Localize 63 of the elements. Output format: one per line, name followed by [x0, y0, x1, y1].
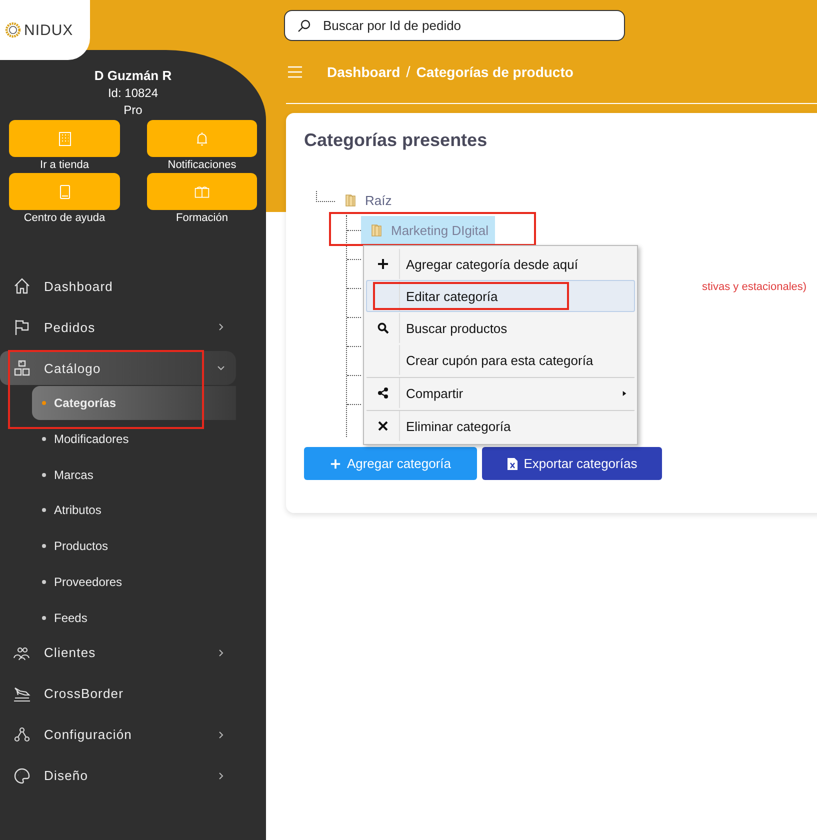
nav-subitem[interactable]: Feeds: [32, 600, 236, 636]
nav-subitem[interactable]: Atributos: [32, 492, 236, 528]
nav-item[interactable]: Pedidos: [0, 310, 236, 344]
nav-item[interactable]: Clientes: [0, 636, 236, 670]
category-note: stivas y estacionales): [702, 281, 807, 293]
nav-subitem[interactable]: Modificadores: [32, 421, 236, 457]
export-categories-button[interactable]: Exportar categorías: [482, 447, 662, 480]
search-input[interactable]: Buscar por Id de pedido: [321, 17, 624, 34]
house-icon: [13, 277, 31, 295]
quick-action-label: Formación: [176, 212, 228, 224]
plane-icon: [13, 684, 31, 703]
palette-icon: [13, 766, 31, 785]
nav-subitem[interactable]: Marcas: [32, 456, 236, 493]
nav-subitem[interactable]: Proveedores: [32, 564, 236, 600]
plus-icon: [377, 258, 389, 270]
menu-item[interactable]: Eliminar categoría: [366, 410, 635, 442]
store-icon: [56, 130, 72, 146]
nav-item[interactable]: Configuración: [0, 718, 236, 752]
excel-file-icon: [506, 458, 518, 470]
quick-action-label: Notificaciones: [168, 159, 236, 171]
menu-item[interactable]: Compartir: [366, 377, 635, 409]
user-name: D Guzmán R: [94, 68, 172, 83]
chevron-icon: [216, 770, 226, 781]
menu-item[interactable]: Editar categoría: [366, 280, 635, 312]
chevron-icon: [216, 363, 226, 373]
plus-icon: [330, 458, 341, 470]
tree-node[interactable]: Raíz: [365, 192, 392, 208]
quick-action-button[interactable]: [147, 173, 257, 210]
breadcrumb-separator: /: [406, 64, 410, 80]
close-icon: [377, 420, 389, 432]
nav-subitem[interactable]: Categorías: [32, 386, 236, 420]
nav-item[interactable]: Dashboard: [0, 269, 236, 303]
menu-item[interactable]: Buscar productos: [366, 312, 635, 344]
share-icon: [377, 387, 389, 399]
search-icon: [377, 322, 389, 334]
search-field[interactable]: Buscar por Id de pedido: [284, 10, 625, 41]
user-id: Id: 10824: [108, 86, 158, 100]
card-title: Categorías presentes: [304, 130, 488, 151]
menu-item[interactable]: Crear cupón para esta categoría: [366, 344, 635, 376]
quick-action-button[interactable]: [9, 120, 120, 157]
chevron-icon: [216, 730, 226, 740]
quick-action-label: Ir a tienda: [40, 159, 89, 171]
nav-item[interactable]: Catálogo: [0, 351, 236, 385]
chevron-icon: [216, 648, 226, 658]
quick-action-button[interactable]: [9, 173, 120, 210]
nav-item[interactable]: Diseño: [0, 758, 236, 793]
open-book-icon: [194, 184, 210, 200]
nav-item[interactable]: CrossBorder: [0, 676, 236, 711]
quick-action-button[interactable]: [147, 120, 257, 157]
menu-item[interactable]: Agregar categoría desde aquí: [366, 248, 635, 280]
nav-subitem[interactable]: Productos: [32, 528, 236, 564]
flag-icon: [13, 318, 31, 336]
search-icon: [297, 18, 311, 32]
user-plan: Pro: [124, 103, 142, 117]
sun-logo-icon: [5, 22, 21, 38]
nodes-icon: [13, 726, 31, 744]
menu-icon[interactable]: [288, 66, 302, 78]
bell-icon: [194, 130, 210, 146]
brand-name: NIDUX: [24, 22, 74, 38]
submenu-arrow-icon: [622, 390, 627, 396]
chevron-icon: [216, 322, 226, 332]
quick-action-label: Centro de ayuda: [24, 212, 106, 224]
boxes-icon: [13, 359, 31, 377]
